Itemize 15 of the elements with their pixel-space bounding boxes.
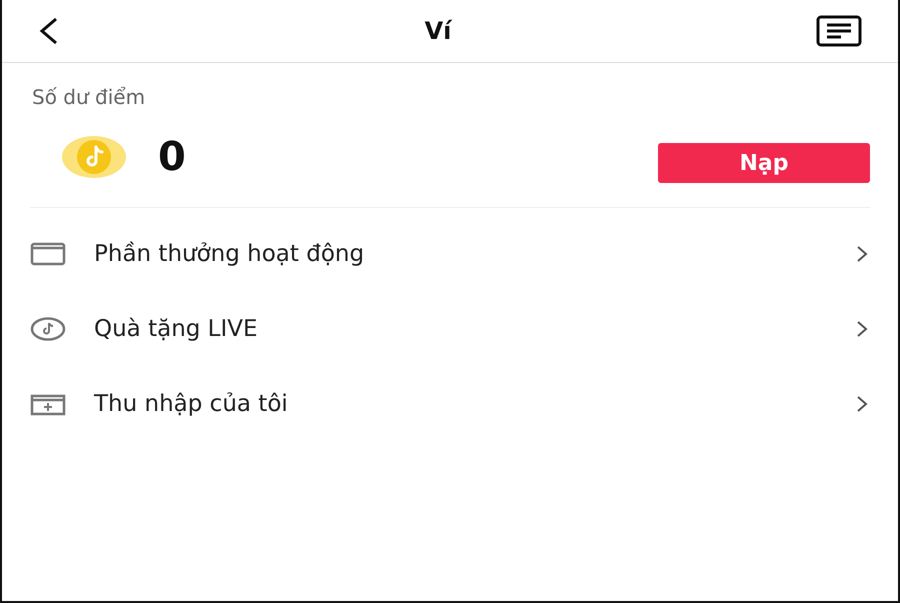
chevron-right-icon (856, 394, 868, 412)
balance-amount: 0 (158, 134, 187, 180)
envelope-icon (30, 242, 66, 266)
menu-item[interactable]: Phần thưởng hoạt động (94, 240, 856, 266)
coin-icon (30, 316, 66, 340)
menu-item[interactable]: Quà tặng LIVE (94, 316, 856, 342)
menu-item[interactable]: Thu nhập của tôi (94, 390, 856, 416)
page-title: Ví (424, 17, 452, 45)
top-up-button[interactable]: Nạp (658, 143, 870, 183)
document-icon[interactable] (816, 15, 862, 47)
back-icon[interactable] (38, 17, 60, 45)
coin-icon (60, 135, 128, 179)
chevron-right-icon (856, 320, 868, 338)
balance-label: Số dư điểm (32, 85, 146, 109)
chevron-right-icon (856, 244, 868, 262)
